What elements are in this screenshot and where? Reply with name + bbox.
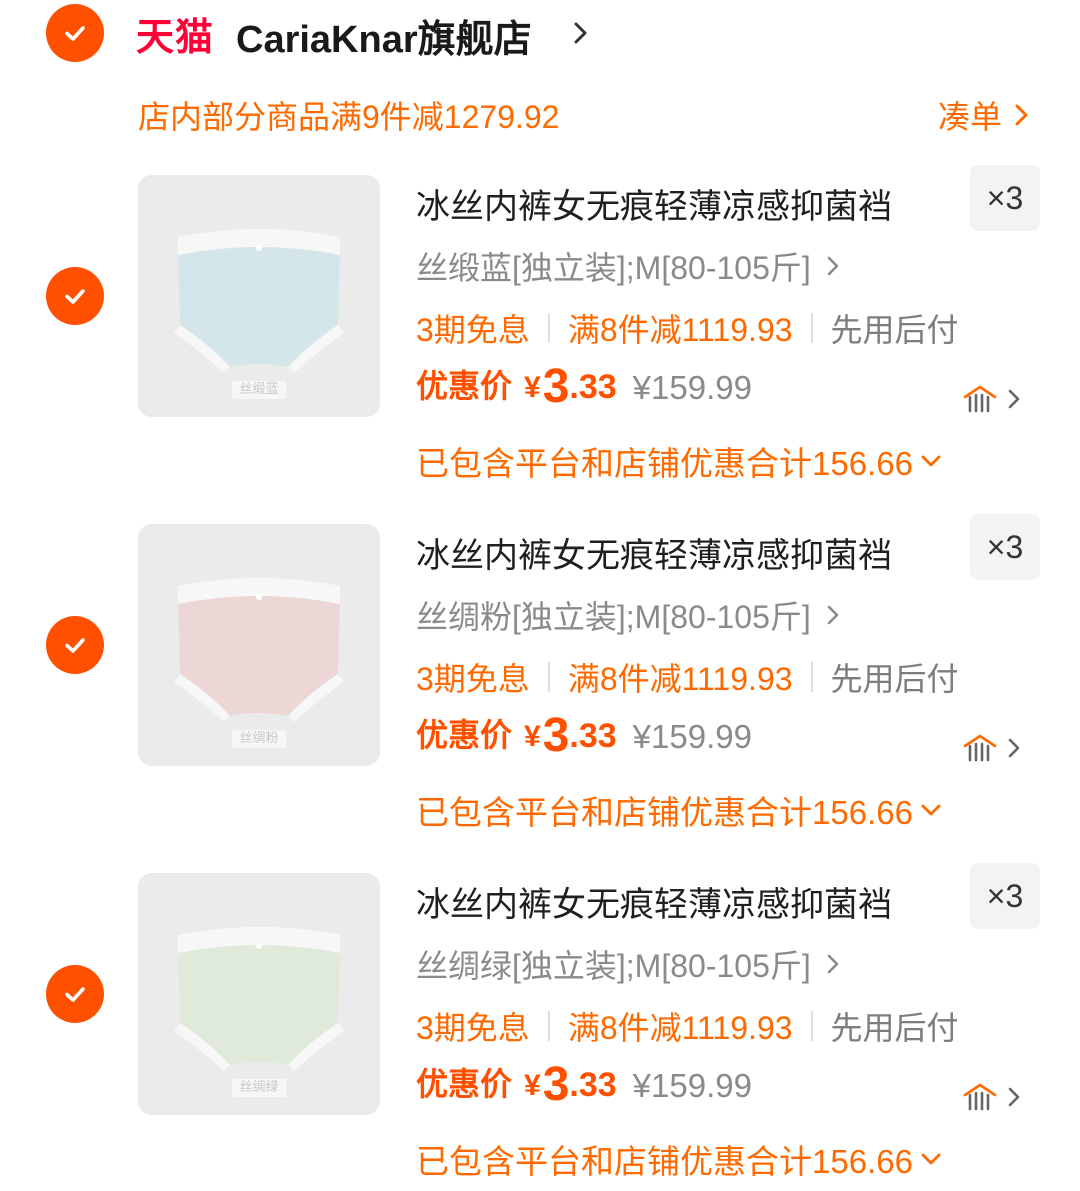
price-label: 优惠价: [416, 368, 513, 404]
price-currency: ¥: [524, 371, 541, 404]
promo-tags: 3期免息 满8件减1119.93 先用后付: [416, 1003, 959, 1049]
tag-pay-later: 先用后付: [830, 312, 959, 348]
product-title[interactable]: 冰丝内裤女无痕轻薄凉感抑菌裆: [416, 877, 892, 926]
tag-installment: 3期免息: [416, 1010, 530, 1046]
original-price: ¥159.99: [632, 1067, 752, 1104]
tag-installment: 3期免息: [416, 312, 530, 348]
checkmark-icon: [65, 26, 85, 41]
chevron-down-icon: [921, 1153, 941, 1165]
chevron-right-icon: [827, 954, 839, 974]
chevron-down-icon: [921, 455, 941, 467]
tag-discount: 满8件减1119.93: [567, 312, 793, 348]
tag-divider: [547, 313, 550, 343]
checkmark-icon: [65, 987, 85, 1002]
chevron-down-icon: [921, 804, 941, 816]
sku-text: 丝绸绿[独立装];M[80-105斤]: [416, 948, 811, 984]
discount-note: 已包含平台和店铺优惠合计156.66: [416, 445, 913, 482]
checkmark-icon: [65, 289, 85, 304]
discount-note: 已包含平台和店铺优惠合计156.66: [416, 1143, 913, 1180]
chevron-right-icon: [827, 605, 839, 625]
tag-pay-later: 先用后付: [830, 661, 959, 697]
store-promo-text: 店内部分商品满9件减1279.92: [138, 99, 560, 135]
tag-divider: [810, 1011, 813, 1041]
find-similar-icon: [963, 1083, 997, 1111]
tag-installment: 3期免息: [416, 661, 530, 697]
price-decimal: .33: [569, 717, 617, 755]
discount-detail-toggle[interactable]: 已包含平台和店铺优惠合计156.66: [416, 1135, 943, 1183]
sku-text: 丝绸粉[独立装];M[80-105斤]: [416, 599, 811, 635]
product-title[interactable]: 冰丝内裤女无痕轻薄凉感抑菌裆: [416, 179, 892, 228]
image-color-label: 丝缎蓝: [232, 381, 286, 399]
promo-tags: 3期免息 满8件减1119.93 先用后付: [416, 654, 959, 700]
price-currency: ¥: [524, 1069, 541, 1102]
chevron-right-icon: [827, 256, 839, 276]
product-image[interactable]: 丝缎蓝: [138, 175, 380, 417]
price-decimal: .33: [569, 368, 617, 406]
cart-item: 丝绸粉 冰丝内裤女无痕轻薄凉感抑菌裆 ×3 丝绸粉[独立装];M[80-105斤…: [0, 514, 1080, 864]
store-name-link[interactable]: CariaKnar旗舰店: [236, 10, 532, 61]
price-decimal: .33: [569, 1066, 617, 1104]
find-similar-icon: [963, 385, 997, 413]
sku-selector[interactable]: 丝绸绿[独立装];M[80-105斤]: [416, 941, 843, 987]
sku-selector[interactable]: 丝缎蓝[独立装];M[80-105斤]: [416, 243, 843, 289]
tag-divider: [810, 662, 813, 692]
sku-selector[interactable]: 丝绸粉[独立装];M[80-105斤]: [416, 592, 843, 638]
find-similar-icon: [963, 734, 997, 762]
price-label: 优惠价: [416, 1066, 513, 1102]
chevron-right-icon[interactable]: [570, 18, 592, 48]
store-header: 天猫 CariaKnar旗舰店 店内部分商品满9件减1279.92 凑单: [0, 0, 1080, 135]
price-integer: 3: [542, 709, 570, 762]
chevron-right-icon: [1008, 738, 1020, 758]
similar-items-button[interactable]: [962, 383, 1022, 415]
checkmark-icon: [65, 638, 85, 653]
discount-detail-toggle[interactable]: 已包含平台和店铺优惠合计156.66: [416, 437, 943, 485]
tag-pay-later: 先用后付: [830, 1010, 959, 1046]
cart-item: 丝绸绿 冰丝内裤女无痕轻薄凉感抑菌裆 ×3 丝绸绿[独立装];M[80-105斤…: [0, 863, 1080, 1191]
discount-note: 已包含平台和店铺优惠合计156.66: [416, 794, 913, 831]
price-row: 优惠价 ¥ 3 .33 ¥159.99: [416, 361, 752, 411]
price-row: 优惠价 ¥ 3 .33 ¥159.99: [416, 710, 752, 760]
product-image[interactable]: 丝绸绿: [138, 873, 380, 1115]
price-integer: 3: [542, 360, 570, 413]
price-currency: ¥: [524, 720, 541, 753]
item-select-checkbox[interactable]: [46, 965, 104, 1023]
item-select-checkbox[interactable]: [46, 267, 104, 325]
chevron-right-icon: [1008, 1087, 1020, 1107]
similar-items-button[interactable]: [962, 732, 1022, 764]
quantity-button[interactable]: ×3: [970, 165, 1040, 231]
coudan-label: 凑单: [938, 99, 1003, 135]
original-price: ¥159.99: [632, 369, 752, 406]
similar-items-button[interactable]: [962, 1081, 1022, 1113]
tag-divider: [547, 662, 550, 692]
tag-discount: 满8件减1119.93: [567, 1010, 793, 1046]
cart-item: 丝缎蓝 冰丝内裤女无痕轻薄凉感抑菌裆 ×3 丝缎蓝[独立装];M[80-105斤…: [0, 165, 1080, 515]
tag-divider: [547, 1011, 550, 1041]
tmall-logo: 天猫: [136, 14, 215, 59]
price-row: 优惠价 ¥ 3 .33 ¥159.99: [416, 1059, 752, 1109]
promo-tags: 3期免息 满8件减1119.93 先用后付: [416, 305, 959, 351]
image-color-label: 丝绸粉: [232, 730, 286, 748]
chevron-right-icon: [1015, 104, 1028, 126]
product-image[interactable]: 丝绸粉: [138, 524, 380, 766]
chevron-right-icon: [1008, 389, 1020, 409]
item-select-checkbox[interactable]: [46, 616, 104, 674]
tag-divider: [810, 313, 813, 343]
original-price: ¥159.99: [632, 718, 752, 755]
product-title[interactable]: 冰丝内裤女无痕轻薄凉感抑菌裆: [416, 528, 892, 577]
sku-text: 丝缎蓝[独立装];M[80-105斤]: [416, 250, 811, 286]
tag-discount: 满8件减1119.93: [567, 661, 793, 697]
coudan-link[interactable]: 凑单: [938, 92, 1032, 138]
price-integer: 3: [542, 1058, 570, 1111]
quantity-button[interactable]: ×3: [970, 863, 1040, 929]
quantity-button[interactable]: ×3: [970, 514, 1040, 580]
discount-detail-toggle[interactable]: 已包含平台和店铺优惠合计156.66: [416, 786, 943, 834]
image-color-label: 丝绸绿: [232, 1079, 286, 1097]
price-label: 优惠价: [416, 717, 513, 753]
store-select-checkbox[interactable]: [46, 4, 104, 62]
